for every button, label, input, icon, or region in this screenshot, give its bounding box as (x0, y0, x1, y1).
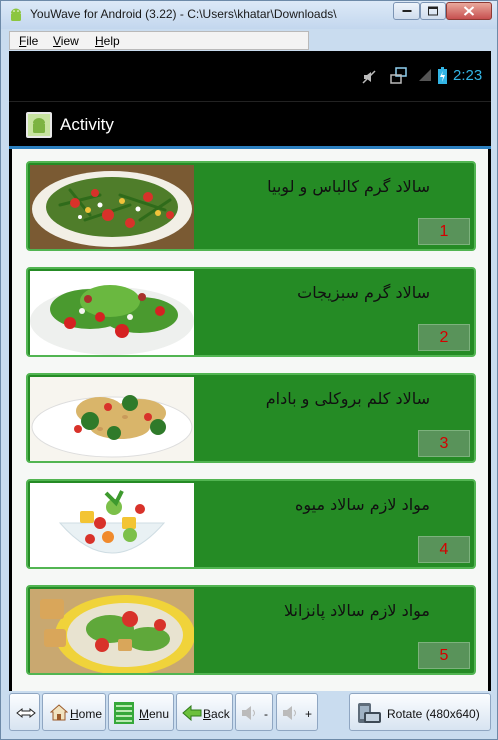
network-icon (390, 67, 407, 84)
item-title: سالاد گرم کالباس و لوبیا (267, 177, 430, 196)
close-icon (463, 6, 475, 16)
speaker-icon (283, 706, 296, 720)
list-item[interactable]: مواد لازم سالاد پانزانلا 5 (26, 585, 476, 675)
rotate-button[interactable]: Rotate (480x640) (349, 693, 491, 731)
app-window: YouWave for Android (3.22) - C:\Users\kh… (0, 0, 498, 740)
item-number: 3 (418, 430, 470, 457)
action-bar-title: Activity (60, 115, 114, 134)
item-title: سالاد گرم سبزیجات (297, 283, 430, 302)
emulator-toolbar: Home Menu Back - + Rotate (480x640) (9, 693, 491, 733)
status-clock: 2:23 (453, 67, 483, 84)
salad-list[interactable]: سالاد گرم کالباس و لوبیا 1 سالاد گرم سبز… (12, 149, 488, 691)
window-title: YouWave for Android (3.22) - C:\Users\kh… (30, 7, 337, 21)
android-icon (11, 8, 21, 21)
battery-icon (438, 67, 447, 84)
minimize-icon (402, 10, 411, 12)
list-item[interactable]: سالاد گرم سبزیجات 2 (26, 267, 476, 357)
back-arrow-icon (182, 705, 202, 721)
salad-image (30, 377, 194, 461)
menu-view[interactable]: View (53, 34, 79, 48)
item-title: مواد لازم سالاد پانزانلا (283, 601, 430, 620)
minimize-button[interactable] (393, 2, 420, 20)
speaker-icon (242, 706, 255, 720)
menu-file[interactable]: File (19, 34, 38, 48)
list-item[interactable]: مواد لازم سالاد میوه 4 (26, 479, 476, 569)
item-title: مواد لازم سالاد میوه (295, 495, 430, 514)
signal-icon (419, 69, 431, 81)
double-arrow-icon (16, 707, 36, 719)
menu-icon (114, 702, 134, 724)
close-button[interactable] (446, 2, 492, 20)
list-item[interactable]: سالاد کلم بروکلی و بادام 3 (26, 373, 476, 463)
salad-image (30, 165, 194, 249)
back-button[interactable]: Back (176, 693, 233, 731)
rotate-icon (358, 703, 381, 723)
list-item[interactable]: سالاد گرم کالباس و لوبیا 1 (26, 161, 476, 251)
menu-help[interactable]: Help (95, 34, 120, 48)
emulator-screen[interactable]: 2:23 Activity سالاد گرم کالباس و لوبیا 1… (9, 51, 491, 691)
home-icon (50, 704, 68, 721)
title-bar[interactable]: YouWave for Android (3.22) - C:\Users\kh… (1, 1, 497, 29)
status-bar: 2:23 (9, 51, 491, 101)
action-bar: Activity (9, 101, 491, 147)
maximize-button[interactable] (420, 2, 446, 20)
maximize-icon (428, 6, 438, 16)
volume-up-button[interactable]: + (276, 693, 318, 731)
item-title: سالاد کلم بروکلی و بادام (265, 389, 430, 408)
home-button[interactable]: Home (42, 693, 106, 731)
item-number: 4 (418, 536, 470, 563)
item-number: 2 (418, 324, 470, 351)
item-number: 5 (418, 642, 470, 669)
mute-icon (362, 70, 376, 84)
salad-image (30, 589, 194, 673)
salad-image (30, 271, 194, 355)
menu-button[interactable]: Menu (108, 693, 174, 731)
item-number: 1 (418, 218, 470, 245)
volume-down-button[interactable]: - (235, 693, 273, 731)
salad-image (30, 483, 194, 567)
menu-bar: File View Help (9, 31, 309, 50)
resize-button[interactable] (9, 693, 40, 731)
android-app-icon (26, 112, 52, 138)
